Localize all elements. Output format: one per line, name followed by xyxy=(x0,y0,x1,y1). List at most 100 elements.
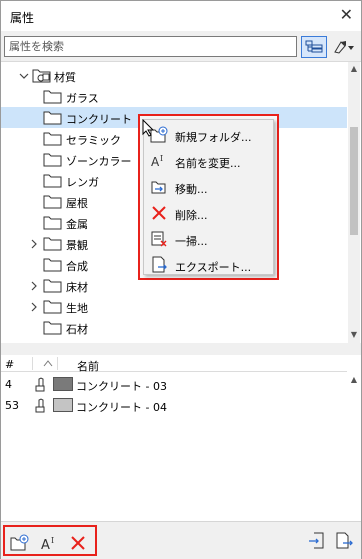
brush-icon xyxy=(35,398,45,413)
folder-icon xyxy=(43,174,62,188)
tree-item-label: レンガ xyxy=(66,176,99,189)
bottom-toolbar: A I xyxy=(1,521,361,559)
scroll-down-icon[interactable]: ▼ xyxy=(349,330,359,340)
tree-item-label: セラミック xyxy=(66,134,121,147)
list-row[interactable]: 53 コンクリート - 04 xyxy=(1,395,347,415)
rename-icon: A I xyxy=(151,154,163,169)
new-folder-icon xyxy=(10,534,29,551)
row-name: コンクリート - 03 xyxy=(76,380,167,393)
column-header-index[interactable]: # xyxy=(5,358,14,371)
new-folder-button[interactable] xyxy=(9,532,31,554)
tree-root-materials[interactable]: 材質 xyxy=(1,65,347,86)
svg-text:A: A xyxy=(151,155,160,169)
menu-item-label: 移動... xyxy=(175,183,208,196)
svg-text:I: I xyxy=(160,154,163,163)
sort-ascending-icon[interactable] xyxy=(43,359,53,367)
materials-folder-icon xyxy=(32,69,51,83)
attribute-type-dropdown[interactable] xyxy=(331,36,357,58)
tree-item[interactable]: ガラス xyxy=(1,86,347,107)
list-row[interactable]: 4 コンクリート - 03 xyxy=(1,374,347,394)
folder-icon xyxy=(43,279,62,293)
rename-icon: A I xyxy=(41,536,54,552)
tree-view-icon xyxy=(305,40,323,53)
attributes-window: 属性 ✕ 属性を検索 材質 ガラス コンクリート セラミック ゾーンカラー レン… xyxy=(0,0,362,559)
row-index: 53 xyxy=(5,399,19,412)
menu-item-label: 名前を変更... xyxy=(175,157,241,170)
folder-icon xyxy=(43,111,62,125)
folder-icon xyxy=(43,237,62,251)
attribute-list[interactable]: # 名前 4 コンクリート - 03 53 コンクリート - 04 ▲ xyxy=(1,355,361,521)
search-toolbar xyxy=(1,31,361,61)
color-swatch xyxy=(53,398,73,412)
import-icon xyxy=(309,532,324,549)
menu-item-new-folder[interactable]: 新規フォルダ... xyxy=(144,122,273,148)
tree-item-label: 屋根 xyxy=(66,197,88,210)
panel-divider[interactable] xyxy=(1,343,361,355)
chevron-right-icon[interactable] xyxy=(29,302,39,312)
folder-icon xyxy=(43,195,62,209)
import-button[interactable] xyxy=(306,530,328,552)
column-separator xyxy=(57,357,58,370)
tree-item-label: ガラス xyxy=(66,92,99,105)
folder-icon xyxy=(43,321,62,335)
tree-view-toggle-button[interactable] xyxy=(301,36,327,58)
svg-text:A: A xyxy=(41,538,50,552)
menu-item-label: 新規フォルダ... xyxy=(175,131,252,144)
window-title: 属性 xyxy=(10,11,35,25)
list-scrollbar[interactable]: ▲ xyxy=(348,373,360,521)
tree-scrollbar-thumb[interactable] xyxy=(350,127,358,235)
tree-item-label: 石材 xyxy=(66,323,88,336)
brush-icon xyxy=(35,377,45,392)
chevron-right-icon[interactable] xyxy=(29,281,39,291)
close-icon[interactable]: ✕ xyxy=(340,5,353,24)
tree-item-label: 生地 xyxy=(66,302,88,315)
tree-scrollbar[interactable]: ▲ ▼ xyxy=(348,62,360,343)
folder-icon xyxy=(43,216,62,230)
mouse-pointer-icon xyxy=(142,119,154,137)
tree-item-label: 景観 xyxy=(66,239,88,252)
delete-icon xyxy=(152,206,166,220)
column-header-name[interactable]: 名前 xyxy=(77,358,99,374)
tree-item[interactable]: 石材 xyxy=(1,317,347,338)
rename-button[interactable]: A I xyxy=(39,532,61,554)
scroll-up-icon[interactable]: ▲ xyxy=(349,64,359,74)
column-separator xyxy=(32,357,33,370)
color-swatch xyxy=(53,377,73,391)
menu-item-move[interactable]: 移動... xyxy=(144,174,273,200)
folder-icon xyxy=(43,90,62,104)
delete-icon xyxy=(71,536,85,550)
row-index: 4 xyxy=(5,378,12,391)
tree-item[interactable]: 生地 xyxy=(1,296,347,317)
menu-item-label: エクスポート... xyxy=(175,261,252,274)
context-menu: 新規フォルダ... A I 名前を変更... 移動... 削除... 一掃...… xyxy=(143,119,274,275)
export-button[interactable] xyxy=(333,530,355,552)
folder-icon xyxy=(43,258,62,272)
bottom-actions-highlight: A I xyxy=(3,525,97,556)
menu-item-purge[interactable]: 一掃... xyxy=(144,226,273,252)
scroll-up-icon[interactable]: ▲ xyxy=(349,375,359,385)
move-icon xyxy=(151,181,166,194)
delete-button[interactable] xyxy=(67,532,89,554)
search-input[interactable] xyxy=(4,36,297,57)
tree-root-label: 材質 xyxy=(54,71,76,84)
folder-icon xyxy=(43,300,62,314)
tree-item-label: 合成 xyxy=(66,260,88,273)
brush-icon xyxy=(334,41,354,54)
purge-icon xyxy=(151,231,167,247)
menu-item-label: 削除... xyxy=(175,209,208,222)
title-bar: 属性 ✕ xyxy=(1,1,361,31)
tree-item-label: 金属 xyxy=(66,218,88,231)
folder-icon xyxy=(43,153,62,167)
chevron-right-icon[interactable] xyxy=(29,239,39,249)
menu-item-delete[interactable]: 削除... xyxy=(144,200,273,226)
tree-item-label: ゾーンカラー xyxy=(66,155,132,168)
chevron-down-icon[interactable] xyxy=(19,71,29,81)
menu-item-rename[interactable]: A I 名前を変更... xyxy=(144,148,273,174)
list-header: # 名前 xyxy=(1,355,347,374)
svg-text:I: I xyxy=(51,536,54,545)
menu-item-export[interactable]: エクスポート... xyxy=(144,252,273,278)
tree-item-label: コンクリート xyxy=(66,113,132,126)
export-icon xyxy=(152,256,167,273)
context-menu-highlight: 新規フォルダ... A I 名前を変更... 移動... 削除... 一掃...… xyxy=(138,114,279,280)
menu-item-label: 一掃... xyxy=(175,235,208,248)
